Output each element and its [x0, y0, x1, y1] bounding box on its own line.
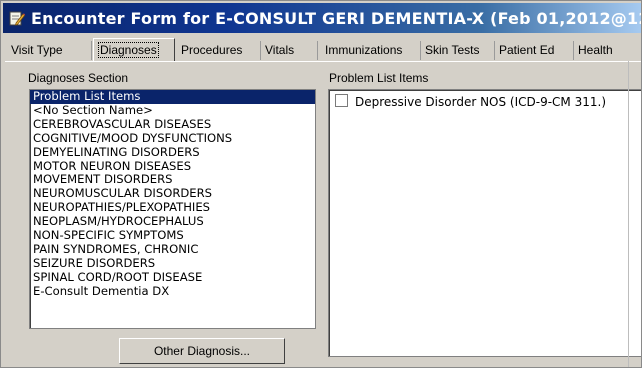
problem-list-box: Depressive Disorder NOS (ICD-9-CM 311.) — [328, 89, 641, 357]
tab-health[interactable]: Health — [574, 41, 641, 60]
tab-visit-type[interactable]: Visit Type — [7, 41, 92, 60]
list-item[interactable]: SEIZURE DISORDERS — [30, 256, 315, 271]
problem-checkbox[interactable] — [335, 94, 348, 107]
tab-label: Skin Tests — [425, 43, 480, 57]
list-item[interactable]: NON-SPECIFIC SYMPTOMS — [30, 228, 315, 243]
problem-list-label: Problem List Items — [329, 71, 429, 85]
tab-label: Procedures — [181, 43, 243, 57]
list-item[interactable]: NEUROPATHIES/PLEXOPATHIES — [30, 200, 315, 215]
tab-procedures[interactable]: Procedures — [177, 41, 261, 60]
tab-patient-ed[interactable]: Patient Ed — [495, 41, 574, 60]
tab-label: Visit Type — [11, 43, 63, 57]
tab-label: Diagnoses — [98, 42, 159, 58]
list-item[interactable]: E-Consult Dementia DX — [30, 284, 315, 299]
tab-immunizations[interactable]: Immunizations — [321, 41, 421, 60]
diagnoses-section-list[interactable]: Problem List Items <No Section Name> CER… — [29, 89, 316, 329]
panel-divider — [628, 61, 629, 367]
tab-label: Health — [578, 43, 613, 57]
list-item[interactable]: CEREBROVASCULAR DISEASES — [30, 117, 315, 132]
tab-label: Immunizations — [325, 43, 403, 57]
list-item[interactable]: MOTOR NEURON DISEASES — [30, 159, 315, 174]
list-item[interactable]: Problem List Items — [30, 90, 315, 104]
encounter-form-window: Encounter Form for E-CONSULT GERI DEMENT… — [0, 0, 642, 368]
list-item[interactable]: NEOPLASM/HYDROCEPHALUS — [30, 214, 315, 229]
tab-strip: Visit Type Diagnoses Procedures Vitals I… — [7, 38, 641, 62]
tab-label: Patient Ed — [499, 43, 555, 57]
list-item[interactable]: COGNITIVE/MOOD DYSFUNCTIONS — [30, 131, 315, 146]
list-item[interactable]: DEMYELINATING DISORDERS — [30, 145, 315, 160]
title-bar[interactable]: Encounter Form for E-CONSULT GERI DEMENT… — [3, 3, 641, 33]
tab-label: Vitals — [265, 43, 295, 57]
tab-diagnoses[interactable]: Diagnoses — [93, 38, 175, 61]
other-diagnosis-button[interactable]: Other Diagnosis... — [119, 338, 285, 364]
list-item[interactable]: PAIN SYNDROMES, CHRONIC — [30, 242, 315, 257]
list-item[interactable]: <No Section Name> — [30, 103, 315, 118]
window-title: Encounter Form for E-CONSULT GERI DEMENT… — [31, 9, 641, 28]
list-item[interactable]: NEUROMUSCULAR DISORDERS — [30, 186, 315, 201]
form-pencil-icon — [9, 11, 25, 26]
problem-list-item[interactable]: Depressive Disorder NOS (ICD-9-CM 311.) — [335, 94, 606, 109]
tab-vitals[interactable]: Vitals — [261, 41, 318, 60]
list-item[interactable]: MOVEMENT DISORDERS — [30, 173, 315, 187]
problem-label: Depressive Disorder NOS (ICD-9-CM 311.) — [355, 95, 607, 109]
diagnoses-section-label: Diagnoses Section — [28, 71, 129, 85]
tab-skin-tests[interactable]: Skin Tests — [421, 41, 495, 60]
list-item[interactable]: SPINAL CORD/ROOT DISEASE — [30, 270, 315, 285]
